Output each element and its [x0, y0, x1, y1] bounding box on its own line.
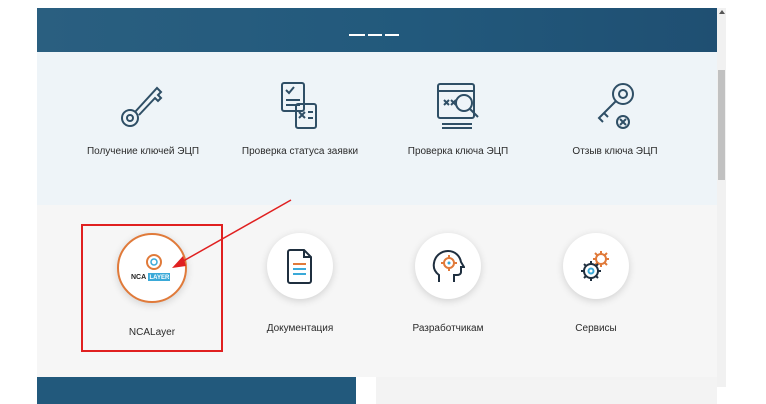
annotation-arrow — [172, 199, 292, 268]
